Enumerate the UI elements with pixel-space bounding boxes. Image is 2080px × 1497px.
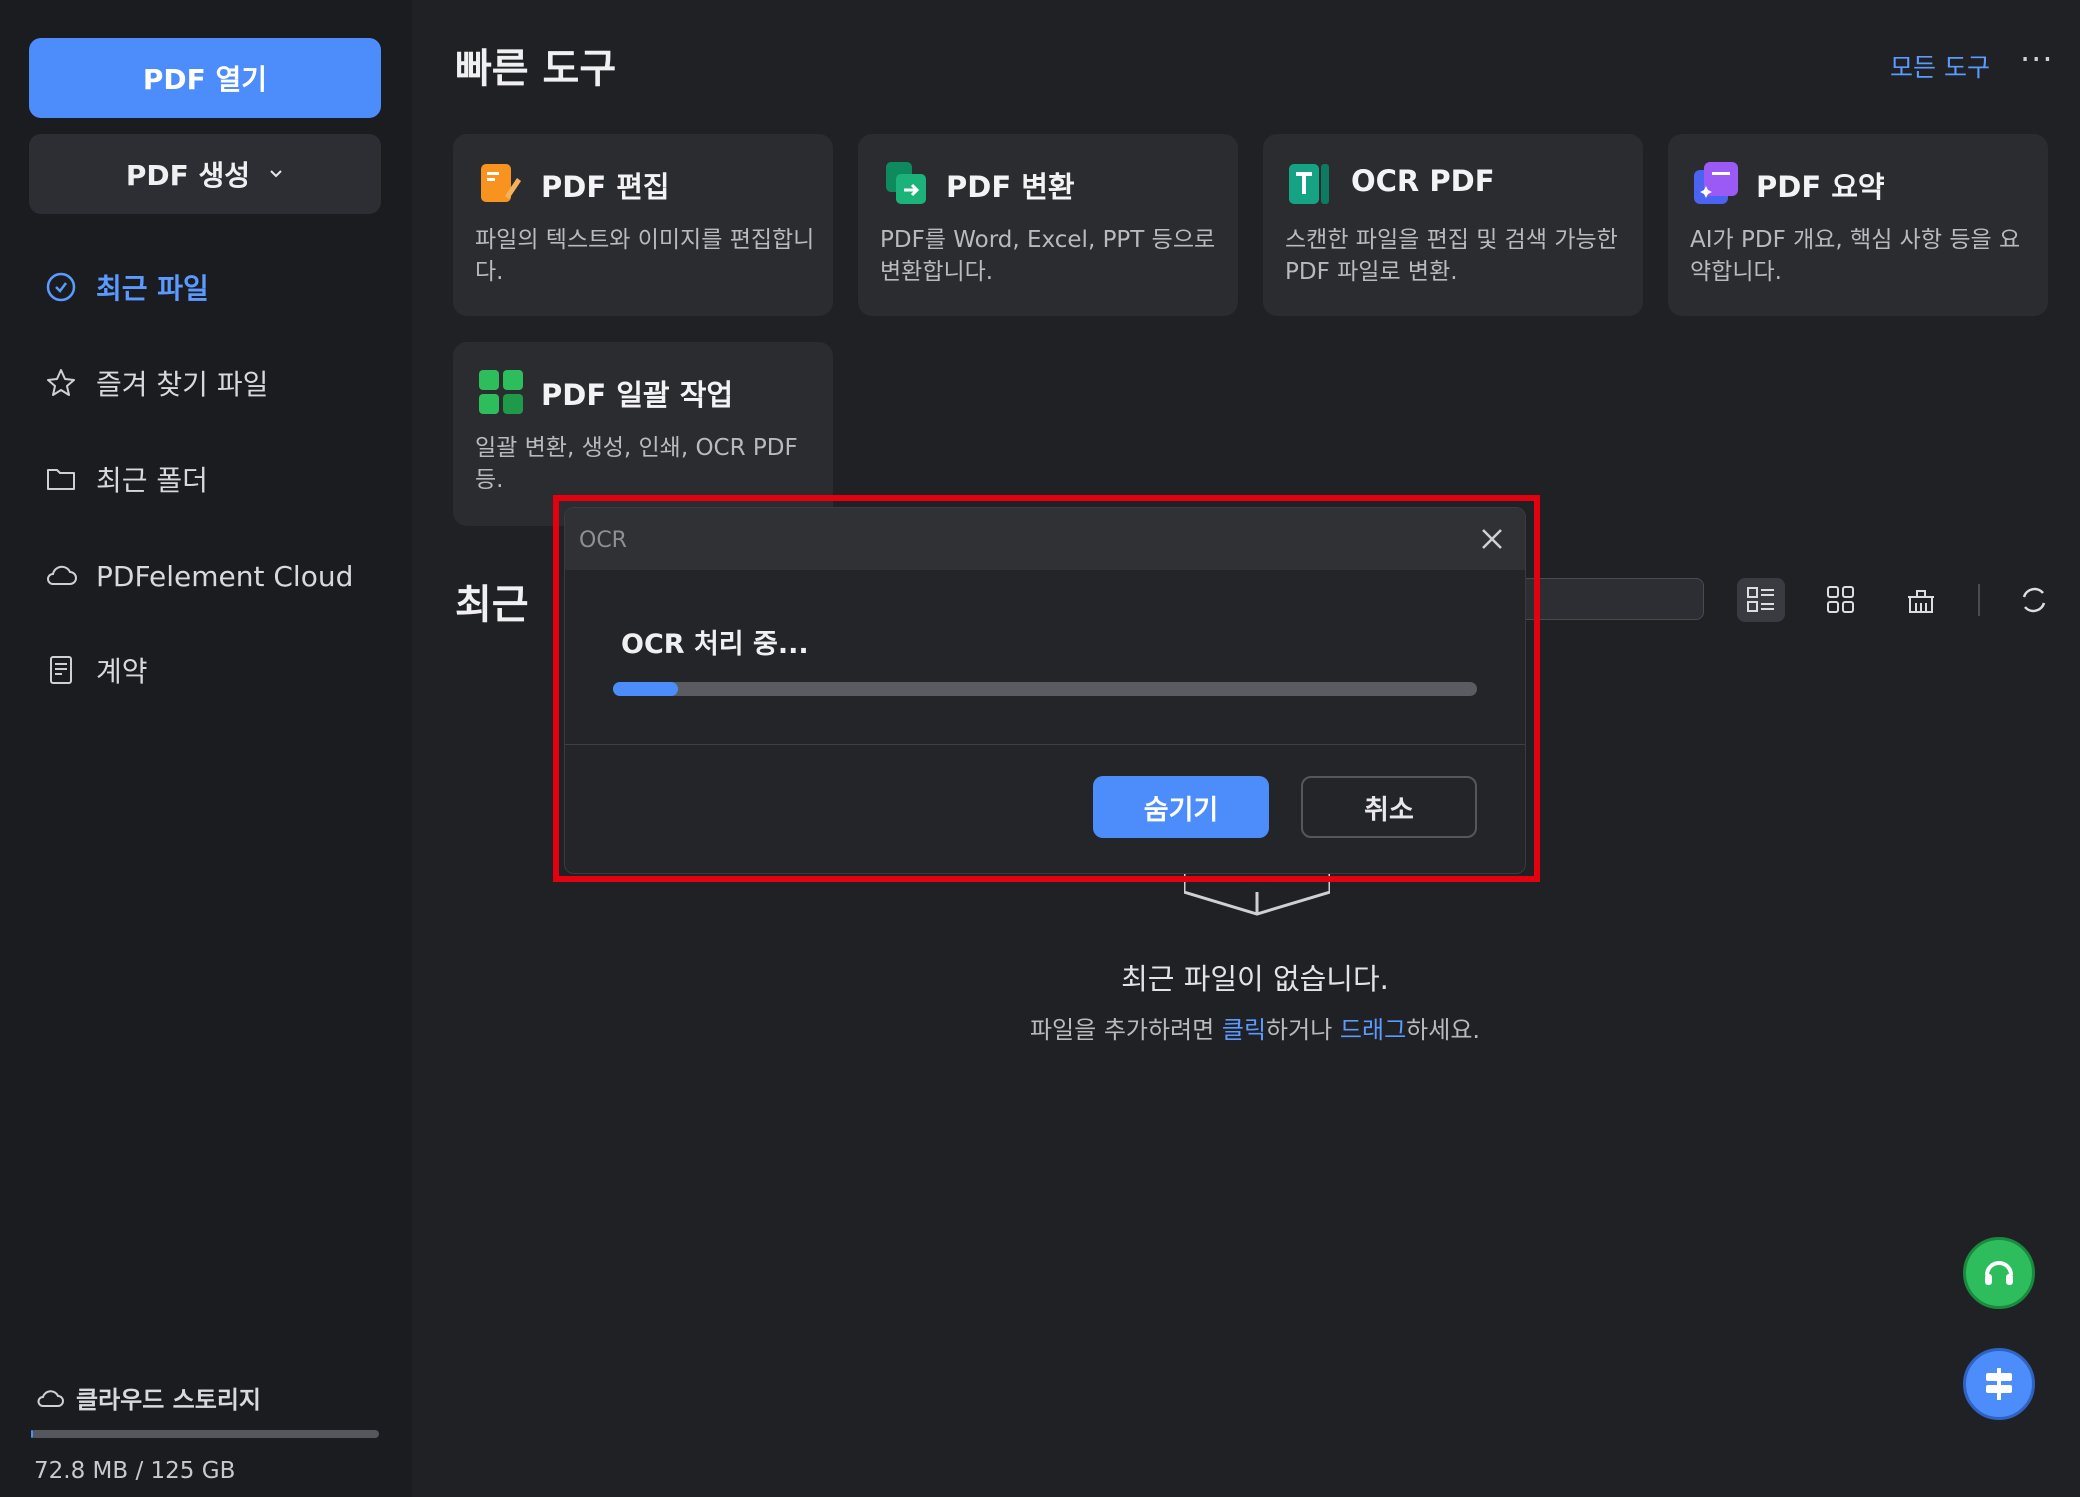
grid-view-button[interactable]	[1817, 578, 1865, 622]
broom-icon	[1908, 590, 1934, 613]
sidebar-item-recent-files[interactable]: 최근 파일	[44, 262, 209, 312]
sidebar-item-favorites[interactable]: 즐겨 찾기 파일	[44, 358, 268, 408]
list-view-button[interactable]	[1737, 578, 1785, 622]
sidebar-item-recent-folders[interactable]: 최근 폴더	[44, 454, 208, 504]
ocr-progress-fill	[613, 682, 678, 696]
guide-button[interactable]	[1963, 1348, 2035, 1420]
recent-files-title: 최근	[455, 582, 529, 628]
click-to-add-link[interactable]: 클릭	[1222, 1016, 1266, 1044]
ocr-progress-dialog: OCR OCR 처리 중... 숨기기 취소	[564, 507, 1526, 874]
storage-usage-fill	[31, 1430, 34, 1438]
headset-icon	[1985, 1261, 2013, 1285]
open-pdf-button[interactable]: PDF 열기	[29, 38, 381, 118]
grid-view-icon	[1827, 586, 1854, 613]
ocr-progress-bar	[613, 682, 1477, 696]
more-horizontal-icon[interactable]: ···	[2020, 40, 2054, 78]
ocr-status-text: OCR 처리 중...	[621, 629, 809, 660]
tool-card-ocr-pdf[interactable]: OCR PDF 스캔한 파일을 편집 및 검색 가능한 PDF 파일로 변환.	[1263, 134, 1643, 316]
sidebar-item-cloud[interactable]: PDFelement Cloud	[44, 551, 353, 601]
toolbar-divider	[1978, 584, 1980, 616]
sidebar-item-label: PDFelement Cloud	[96, 559, 354, 593]
dialog-header: OCR	[565, 508, 1525, 570]
signpost-icon	[1986, 1368, 2012, 1400]
sidebar-item-label: 즐겨 찾기 파일	[96, 368, 269, 401]
sidebar: PDF 열기 PDF 생성 최근 파일 즐겨 찾기 파일 최근 폴더 PDFel…	[0, 0, 412, 1497]
batch-pdf-icon	[479, 370, 523, 414]
storage-size: 72.8 MB / 125 GB	[34, 1458, 236, 1484]
cloud-icon	[47, 565, 77, 585]
clock-icon	[46, 272, 76, 302]
sidebar-item-label: 최근 폴더	[96, 464, 208, 497]
refresh-button[interactable]	[2010, 578, 2058, 622]
cancel-button[interactable]: 취소	[1301, 776, 1477, 838]
refresh-icon	[2022, 587, 2046, 613]
quick-tools-title: 빠른 도구	[455, 46, 617, 92]
convert-pdf-icon	[886, 162, 926, 204]
document-icon	[50, 656, 72, 684]
tool-card-convert-pdf[interactable]: PDF 변환 PDF를 Word, Excel, PPT 등으로 변환합니다.	[858, 134, 1238, 316]
empty-state-subtitle: 파일을 추가하려면 클릭하거나 드래그하세요.	[1029, 1016, 1481, 1044]
summarize-pdf-icon	[1694, 162, 1738, 204]
hide-button[interactable]: 숨기기	[1093, 776, 1269, 838]
tool-card-summarize-pdf[interactable]: PDF 요약 AI가 PDF 개요, 핵심 사항 등을 요약합니다.	[1668, 134, 2048, 316]
dialog-divider	[565, 744, 1525, 745]
close-icon[interactable]	[1477, 524, 1507, 554]
tool-card-edit-pdf[interactable]: PDF 편집 파일의 텍스트와 이미지를 편집합니다.	[453, 134, 833, 316]
sidebar-item-contracts[interactable]: 계약	[44, 645, 148, 695]
chevron-down-icon	[270, 170, 282, 178]
create-pdf-button[interactable]: PDF 생성	[29, 134, 381, 214]
drag-to-add-link[interactable]: 드래그	[1340, 1016, 1406, 1044]
storage-usage-bar	[31, 1430, 379, 1438]
support-button[interactable]	[1963, 1237, 2035, 1309]
cloud-icon	[37, 1389, 64, 1407]
list-view-icon	[1747, 587, 1774, 612]
all-tools-link[interactable]: 모든 도구	[1890, 48, 1990, 84]
edit-pdf-icon	[481, 164, 521, 202]
create-pdf-label: PDF 생성	[125, 159, 251, 192]
dialog-title: OCR	[579, 528, 627, 553]
empty-state-title: 최근 파일이 없습니다.	[1121, 962, 1389, 996]
clear-list-button[interactable]	[1897, 578, 1945, 622]
ocr-pdf-icon	[1289, 164, 1329, 204]
sidebar-item-label: 최근 파일	[96, 272, 209, 305]
sidebar-item-label: 계약	[96, 655, 148, 688]
star-icon	[47, 369, 75, 396]
folder-icon	[47, 469, 75, 490]
cloud-storage-label: 클라우드 스토리지	[36, 1380, 261, 1415]
